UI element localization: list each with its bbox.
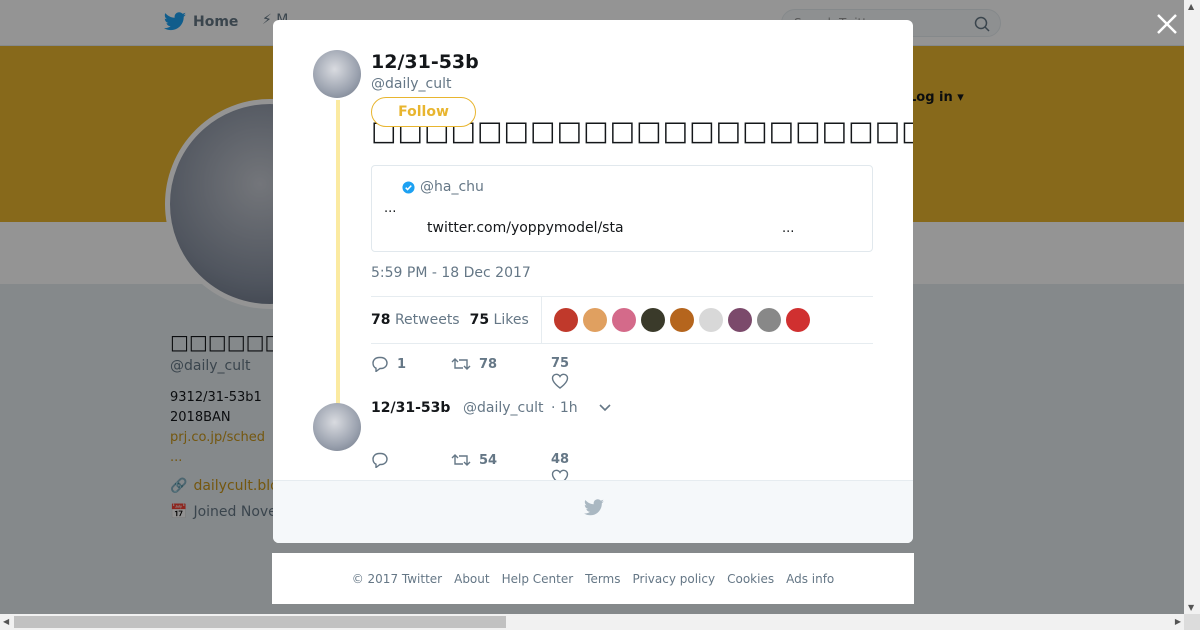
likes-stat[interactable]: 75 Likes [470,312,529,328]
liker-avatar[interactable] [553,308,578,332]
thread-connector [336,100,340,418]
heart-icon [551,373,569,389]
horizontal-scroll-thumb[interactable] [14,616,506,628]
quoted-text: ... [384,201,397,216]
liker-avatar[interactable] [582,308,607,332]
site-footer: © 2017 Twitter About Help Center Terms P… [272,553,914,604]
liker-avatar[interactable] [727,308,752,332]
reply-time[interactable]: · 1h [551,400,578,416]
footer-link-privacy[interactable]: Privacy policy [633,572,716,586]
scroll-up-arrow-icon[interactable]: ▲ [1188,2,1194,11]
reply-icon [372,452,388,468]
quoted-tweet[interactable]: @ha_chu ... twitter.com/yoppymodel/sta .… [371,165,873,252]
tweet-modal: 12/31-53b @daily_cult □□□□□□□□□□□□□□□□□□… [273,20,913,543]
close-icon[interactable] [1155,12,1179,36]
scroll-right-arrow-icon[interactable]: ▶ [1175,617,1181,626]
retweet-icon [451,454,471,466]
stats-divider [540,297,542,343]
retweets-stat[interactable]: 78 Retweets [371,312,460,328]
tweet-stats: 78 Retweets 75 Likes [371,296,873,344]
modal-footer [273,480,913,543]
like-count: 75 [551,356,570,371]
retweet-count: 78 [479,356,498,372]
retweet-button[interactable]: 78 [451,356,551,372]
reply-button[interactable] [371,452,451,468]
like-count: 48 [551,452,570,467]
footer-link-help-center[interactable]: Help Center [502,572,574,586]
quoted-user: @ha_chu [402,179,484,195]
author-avatar[interactable] [313,50,361,98]
retweets-count: 78 [371,312,391,328]
liker-avatar[interactable] [756,308,781,332]
footer-copyright: © 2017 Twitter [351,571,443,586]
like-button[interactable]: 75 [551,356,611,389]
author-name[interactable]: 12/31-53b [371,51,479,73]
tweet-actions: 1 78 75 [371,356,611,389]
reply-author-avatar[interactable] [313,403,361,451]
reply-icon [372,356,388,372]
retweet-count: 54 [479,452,498,468]
scroll-left-arrow-icon[interactable]: ◀ [3,617,9,626]
reply-author-handle[interactable]: @daily_cult [463,400,543,416]
footer-link-terms[interactable]: Terms [585,572,620,586]
tweet-timestamp[interactable]: 5:59 PM - 18 Dec 2017 [371,265,531,281]
author-handle[interactable]: @daily_cult [371,76,451,92]
reply-button[interactable]: 1 [371,356,451,372]
scroll-down-arrow-icon[interactable]: ▼ [1188,603,1194,612]
quoted-handle: @ha_chu [420,179,484,195]
scrollbar-corner [1184,614,1200,630]
likes-count: 75 [469,312,490,328]
verified-badge-icon [402,180,415,194]
retweet-icon [451,358,471,370]
liker-avatar[interactable] [611,308,636,332]
horizontal-scrollbar[interactable]: ◀ ▶ [0,614,1184,630]
liker-avatar[interactable] [698,308,723,332]
footer-link-cookies[interactable]: Cookies [727,572,774,586]
chevron-down-icon[interactable] [598,403,612,413]
liker-avatar[interactable] [669,308,694,332]
footer-link-ads-info[interactable]: Ads info [786,572,834,586]
vertical-scrollbar[interactable]: ▲ ▼ [1184,0,1200,614]
retweets-label: Retweets [394,312,460,328]
reply-author-name[interactable]: 12/31-53b [371,400,450,416]
quoted-link[interactable]: twitter.com/yoppymodel/sta [427,220,624,236]
liker-avatar[interactable] [640,308,665,332]
twitter-bird-icon [584,499,604,516]
liker-avatar[interactable] [785,308,810,332]
quoted-more: ... [782,221,795,236]
reply-count: 1 [397,356,407,372]
follow-button[interactable]: Follow [371,97,476,127]
likers-avatars [553,308,810,332]
retweet-button[interactable]: 54 [451,452,551,468]
likes-label: Likes [493,312,529,328]
footer-link-about[interactable]: About [454,572,489,586]
